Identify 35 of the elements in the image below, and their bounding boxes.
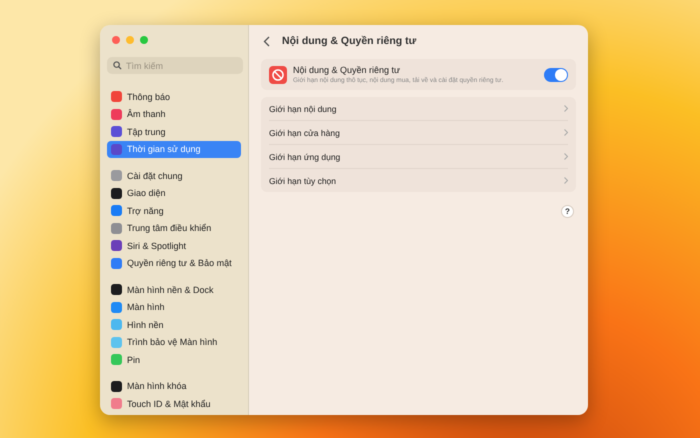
search-field[interactable]: Tìm kiếm xyxy=(107,57,243,74)
sidebar-item[interactable]: Touch ID & Mật khẩu xyxy=(107,395,241,412)
list-row[interactable]: Giới hạn nội dung xyxy=(269,97,568,121)
sidebar-item[interactable]: Trung tâm điều khiển xyxy=(107,220,241,237)
setting-title: Nội dung & Quyền riêng tư xyxy=(293,65,402,75)
sidebar-item[interactable]: Thông báo xyxy=(107,88,241,106)
sidebar-item[interactable]: Trình bảo vệ Màn hình xyxy=(107,334,241,351)
chevron-icon xyxy=(564,129,568,136)
sidebar-item[interactable]: Pin xyxy=(107,351,241,368)
sidebar-item[interactable]: Màn hình nền & Dock xyxy=(107,281,241,298)
sidebar-item[interactable]: Trợ năng xyxy=(107,202,241,220)
back-icon[interactable] xyxy=(263,36,270,46)
sidebar-item[interactable]: Cài đặt chung xyxy=(107,167,241,184)
sidebar-item[interactable]: Âm thanh xyxy=(107,106,241,123)
toggle-switch[interactable] xyxy=(544,68,568,82)
sidebar-item[interactable]: Màn hình xyxy=(107,298,241,316)
chevron-icon xyxy=(564,105,568,112)
sidebar-item[interactable]: Hình nền xyxy=(107,316,241,334)
sidebar-item[interactable]: Siri & Spotlight xyxy=(107,237,241,254)
close-button[interactable] xyxy=(112,36,120,44)
chevron-icon xyxy=(564,153,568,160)
chevron-icon xyxy=(564,177,568,184)
sidebar-item[interactable]: Giao diện xyxy=(107,184,241,202)
sidebar-item[interactable]: Quyền riêng tư & Bảo mật xyxy=(107,254,241,272)
zoom-button[interactable] xyxy=(140,36,148,44)
minimize-button[interactable] xyxy=(126,36,134,44)
sidebar-item[interactable]: Màn hình khóa xyxy=(107,378,241,395)
sidebar-item[interactable]: Tập trung xyxy=(107,123,241,140)
help-button[interactable]: ? xyxy=(561,205,574,218)
list-row[interactable]: Giới hạn cửa hàng xyxy=(269,121,568,145)
prohibited-icon xyxy=(269,66,287,84)
list-row[interactable]: Giới hạn ứng dụng xyxy=(269,145,568,169)
list-row[interactable]: Giới hạn tùy chọn xyxy=(269,169,568,192)
sidebar-item[interactable]: Thời gian sử dụng xyxy=(107,140,241,158)
page-title: Nội dung & Quyền riêng tư xyxy=(282,35,416,47)
